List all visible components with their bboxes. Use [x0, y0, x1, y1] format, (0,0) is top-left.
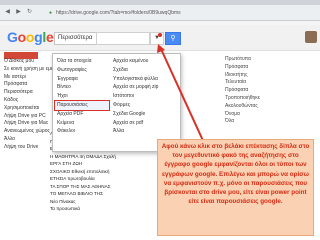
file-row[interactable]: Η ΜΑΘΗΤΡΙΑ 4η ΟΜΑΔΑ Σχολή — [50, 153, 150, 161]
logo-letter: g — [34, 29, 43, 45]
avatar[interactable] — [305, 31, 317, 43]
sort-option[interactable]: Πρόσφατα — [225, 87, 315, 95]
file-type-dropdown: Όλα τα στοιχεία Φωτογραφίες Έγγραφα Βίντεο Ή… — [52, 53, 181, 152]
sidebar-item[interactable]: Άλλο — [0, 136, 48, 144]
file-type-option[interactable]: Αρχεία σε μορφή zip — [113, 83, 177, 92]
sidebar: Ο Δίσκος μου Σε κοινή χρήση με εμένα Με ασ… — [0, 58, 58, 152]
file-type-option[interactable]: Αρχεία PDF — [57, 110, 109, 119]
google-drive-header: Google Περισσότερα▼ ▼ ⚲ — [0, 25, 320, 51]
file-type-option[interactable]: Φάκελοι — [57, 127, 109, 136]
file-type-column-left: Όλα τα στοιχεία Φωτογραφίες Έγγραφα Βίντεο Ή… — [54, 57, 110, 136]
file-type-option[interactable]: Κείμενα — [57, 119, 109, 128]
file-type-option[interactable]: Σχέδια — [113, 66, 177, 75]
file-row[interactable]: ΤΟ ΜΕΓΑΛΟ ΒΙΒΛΙΟ ΤΗΣ — [50, 190, 150, 198]
file-type-option-selected[interactable]: Παρουσιάσεις — [54, 100, 110, 111]
sort-option[interactable]: Όνομα — [225, 111, 315, 119]
sort-option[interactable]: Ιδιοκτήτης — [225, 72, 315, 80]
search-options-button[interactable]: ▼ — [150, 32, 164, 45]
file-type-option[interactable]: Ιστότοποι — [113, 92, 177, 101]
file-row[interactable]: Τα προσωπικά — [50, 205, 150, 213]
file-row[interactable]: Νέο Πίνακας — [50, 198, 150, 206]
file-type-option[interactable]: Αρχεία σε pdf — [113, 119, 177, 128]
logo-letter: G — [7, 29, 18, 45]
file-row[interactable]: ΤΑ ΣΠΟΡ ΤΗΣ ΜΑΣ ΑΘΗΝΑΣ — [50, 183, 150, 191]
file-type-option[interactable]: Ήχοι — [57, 92, 109, 101]
file-row[interactable]: ΕΤΗΣΙΑ πρωτοβουλία — [50, 175, 150, 183]
search-button[interactable]: ⚲ — [165, 32, 181, 45]
logo-letter: e — [45, 29, 54, 45]
sidebar-item[interactable]: Λήψη Drive για Mac — [0, 120, 48, 128]
logo-letter: o — [17, 29, 27, 45]
reload-icon[interactable]: ↻ — [26, 9, 33, 16]
magnifier-icon: ⚲ — [170, 35, 176, 42]
sidebar-item[interactable]: Περισσότερα — [0, 89, 48, 97]
file-type-option[interactable]: Άλλα — [113, 127, 177, 136]
scope-dropdown-label: Περισσότερα — [58, 35, 93, 41]
file-type-option[interactable]: Σχέδια Google — [113, 110, 177, 119]
sort-options: Πρωτότυπα Πρόσφατα Ιδιοκτήτης Τελευταία Πρόσ… — [225, 56, 315, 126]
sort-option[interactable]: Πρόσφατα — [225, 64, 315, 72]
google-logo[interactable]: Google — [7, 29, 54, 45]
file-type-option[interactable]: Αρχεία κειμένου — [113, 57, 177, 66]
sidebar-item[interactable]: Ανανεωμένος χώρος — [0, 128, 50, 136]
file-row[interactable]: ΕΡΓΑ ΣΤΗ ΖΩΗ — [50, 160, 150, 168]
file-type-option[interactable]: Όλα τα στοιχεία — [57, 57, 109, 66]
sidebar-item[interactable]: Χρησιμοποιείται — [0, 105, 48, 113]
sort-option[interactable]: Ακολουθώντας — [225, 103, 315, 111]
file-row[interactable]: ΣΧΟΛΙΚΟ Εθνική επιπολιτική — [50, 168, 150, 176]
url-field[interactable]: https://drive.google.com/?tab=mo#folders… — [56, 10, 181, 16]
lock-icon: ● — [49, 9, 53, 16]
sidebar-item[interactable]: Λήψη του Drive — [0, 144, 48, 152]
search-input[interactable] — [96, 32, 150, 45]
sort-option[interactable]: Πρωτότυπα — [225, 56, 315, 64]
file-type-option[interactable]: Έγγραφα — [57, 75, 109, 84]
annotation-callout: Αφού κάνω κλικ στο βελάκι επέκτασης δίπλ… — [157, 139, 314, 236]
sidebar-item[interactable]: Σε κοινή χρήση με εμένα — [0, 66, 58, 74]
file-type-column-right: Αρχεία κειμένου Σχέδια Υπολογιστικά φύλλα Α… — [113, 57, 177, 136]
chevron-down-icon: ▼ — [154, 35, 160, 41]
sort-option[interactable]: Όλα — [225, 118, 315, 126]
file-type-option[interactable]: Υπολογιστικά φύλλα — [113, 75, 177, 84]
sort-option[interactable]: Τροποποιήθηκε — [225, 95, 315, 103]
browser-address-bar: ◀ ▶ ↻ ● https://drive.google.com/?tab=mo… — [0, 5, 320, 21]
back-icon[interactable]: ◀ — [4, 9, 11, 16]
sidebar-item[interactable]: Κάδος — [0, 97, 48, 105]
file-type-option[interactable]: Φόρμες — [113, 101, 177, 110]
sidebar-item[interactable]: Ο Δίσκος μου — [0, 58, 48, 66]
file-type-option[interactable]: Φωτογραφίες — [57, 66, 109, 75]
logo-letter: o — [25, 29, 35, 45]
file-type-option[interactable]: Βίντεο — [57, 83, 109, 92]
forward-icon[interactable]: ▶ — [15, 9, 22, 16]
